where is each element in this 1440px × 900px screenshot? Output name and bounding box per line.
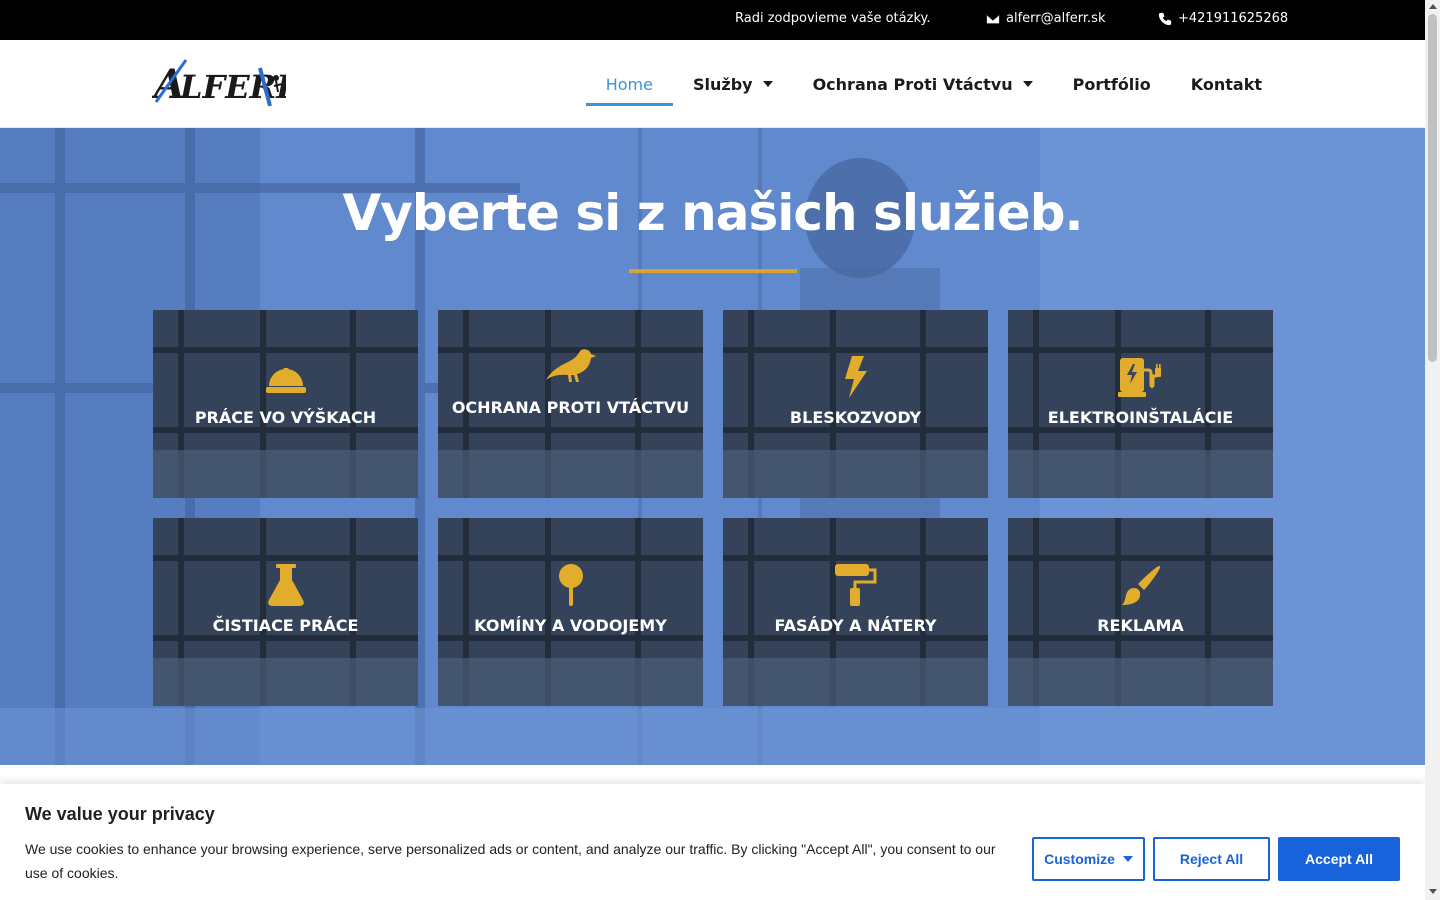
- scroll-down-arrow-icon[interactable]: [1429, 889, 1437, 894]
- logo-text: ALFERR: [286, 56, 287, 57]
- accept-all-button[interactable]: Accept All: [1278, 837, 1400, 881]
- accept-label: Accept All: [1305, 851, 1373, 867]
- flask-icon: [153, 564, 418, 606]
- lightning-icon: [723, 356, 988, 398]
- service-label: OCHRANA PROTI VTÁCTVU: [451, 398, 690, 417]
- charging-station-icon: [1008, 356, 1273, 398]
- service-label: BLESKOZVODY: [789, 408, 922, 427]
- service-card-kominy-a-vodojemy[interactable]: KOMÍNY A VODOJEMY: [438, 518, 703, 706]
- scroll-thumb[interactable]: [1428, 14, 1437, 362]
- card-background-photo: [723, 518, 988, 706]
- service-label: PRÁCE VO VÝŠKACH: [194, 408, 377, 427]
- title-underline: [629, 269, 797, 273]
- cookie-consent-banner: We value your privacy We use cookies to …: [0, 784, 1425, 900]
- topbar-tagline: Radi zodpovieme vaše otázky.: [735, 11, 930, 26]
- cookie-title: We value your privacy: [25, 804, 215, 824]
- service-card-prace-vo-vyskach[interactable]: PRÁCE VO VÝŠKACH: [153, 310, 418, 498]
- card-background-photo: [153, 310, 418, 498]
- envelope-icon: [986, 14, 1000, 23]
- service-label: REKLAMA: [1097, 616, 1184, 635]
- service-label: FASÁDY A NÁTERY: [774, 616, 937, 635]
- service-card-elektroinstalacie[interactable]: ELEKTROINŠTALÁCIE: [1008, 310, 1273, 498]
- service-card-ochrana-proti-vtactvu[interactable]: OCHRANA PROTI VTÁCTVU: [438, 310, 703, 498]
- email-text: alferr@alferr.sk: [1006, 11, 1106, 26]
- phone-text: +421911625268: [1178, 11, 1289, 26]
- topbar-email-link[interactable]: alferr@alferr.sk: [986, 11, 1105, 26]
- customize-button[interactable]: Customize: [1032, 837, 1145, 881]
- services-hero: Vyberte si z našich služieb. PRÁCE VO VÝ…: [0, 128, 1425, 765]
- map-pin-icon: [438, 564, 703, 606]
- service-label: ČISTIACE PRÁCE: [212, 616, 359, 635]
- chevron-down-icon: [762, 81, 773, 87]
- page-scrollbar[interactable]: [1425, 0, 1440, 900]
- service-label: KOMÍNY A VODOJEMY: [474, 616, 667, 635]
- paint-roller-icon: [723, 564, 988, 606]
- nav-portfolio-label: Portfólio: [1072, 74, 1151, 94]
- alferr-logo[interactable]: A LFERR ALFERR: [150, 56, 303, 112]
- reject-all-button[interactable]: Reject All: [1153, 837, 1270, 881]
- card-background-photo: [1008, 518, 1273, 706]
- service-card-cistiace-prace[interactable]: ČISTIACE PRÁCE: [153, 518, 418, 706]
- nav-kontakt[interactable]: Kontakt: [1171, 40, 1282, 128]
- nav-sluzby[interactable]: Služby: [673, 40, 793, 128]
- top-contact-bar: Radi zodpovieme vaše otázky. alferr@alfe…: [0, 0, 1425, 40]
- bird-icon: [438, 346, 703, 388]
- card-background-photo: [438, 518, 703, 706]
- scroll-up-arrow-icon[interactable]: [1429, 4, 1437, 9]
- hard-hat-icon: [153, 362, 418, 394]
- nav-sluzby-label: Služby: [692, 74, 753, 94]
- nav-home-label: Home: [605, 74, 653, 94]
- card-background-photo: [1008, 310, 1273, 498]
- nav-ochrana[interactable]: Ochrana Proti Vtáctvu: [793, 40, 1053, 128]
- topbar-phone-link[interactable]: +421911625268: [1158, 11, 1288, 26]
- tagline-text: Radi zodpovieme vaše otázky.: [735, 11, 931, 26]
- hero-title: Vyberte si z našich služieb.: [342, 184, 1084, 242]
- site-header: A LFERR ALFERR Home Služby Ochrana Proti…: [0, 40, 1425, 128]
- chevron-down-icon: [1022, 81, 1033, 87]
- customize-label: Customize: [1044, 851, 1115, 867]
- cookie-description: We use cookies to enhance your browsing …: [25, 841, 996, 881]
- service-card-fasady-a-natery[interactable]: FASÁDY A NÁTERY: [723, 518, 988, 706]
- chevron-down-icon: [1122, 856, 1133, 862]
- nav-home[interactable]: Home: [585, 40, 674, 128]
- paint-brush-icon: [1008, 564, 1273, 606]
- nav-portfolio[interactable]: Portfólio: [1053, 40, 1171, 128]
- nav-kontakt-label: Kontakt: [1190, 74, 1262, 94]
- service-card-bleskozvody[interactable]: BLESKOZVODY: [723, 310, 988, 498]
- phone-icon: [1158, 12, 1172, 25]
- service-label: ELEKTROINŠTALÁCIE: [1047, 408, 1234, 427]
- nav-ochrana-label: Ochrana Proti Vtáctvu: [812, 74, 1013, 94]
- card-background-photo: [153, 518, 418, 706]
- reject-label: Reject All: [1179, 851, 1244, 867]
- main-navigation: Home Služby Ochrana Proti Vtáctvu Portfó…: [585, 40, 1282, 128]
- service-card-reklama[interactable]: REKLAMA: [1008, 518, 1273, 706]
- card-background-photo: [723, 310, 988, 498]
